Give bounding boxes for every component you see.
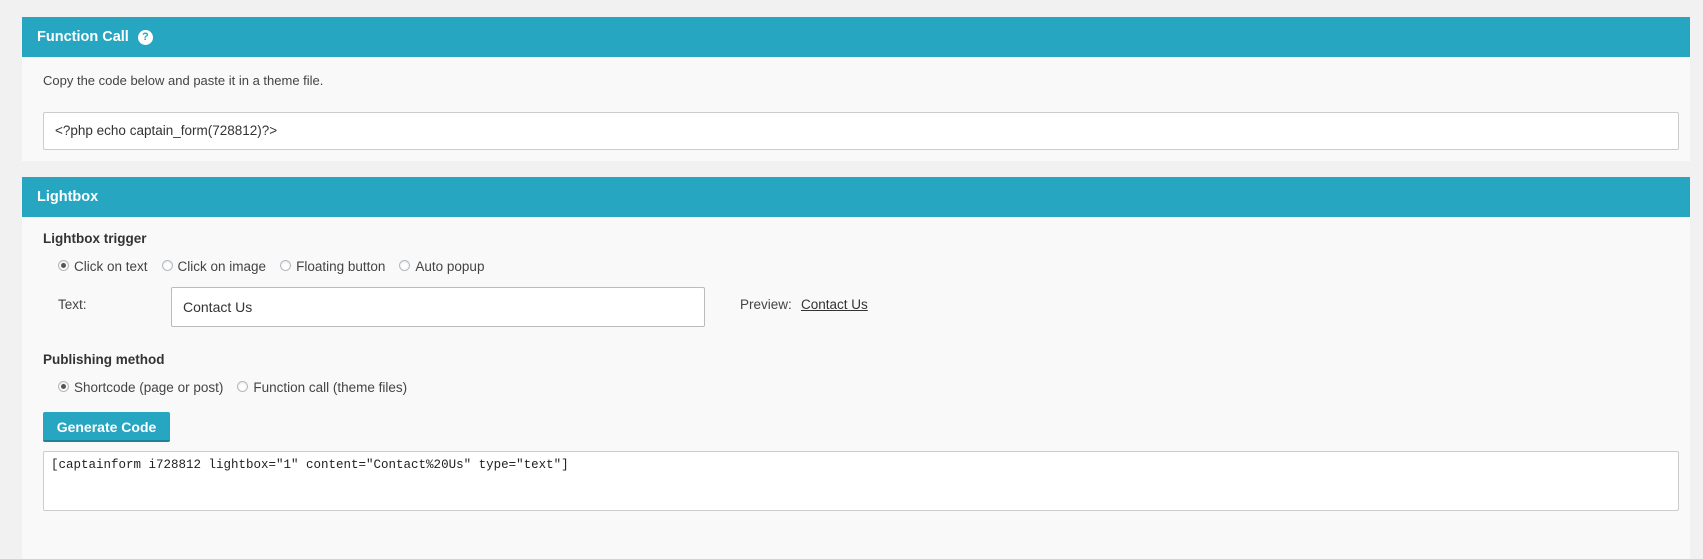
- publishing-option-label: Shortcode (page or post): [74, 380, 224, 395]
- radio-checked-icon[interactable]: [58, 381, 69, 392]
- lightbox-title: Lightbox: [37, 189, 99, 205]
- function-call-panel: Function Call ? Copy the code below and …: [22, 17, 1690, 161]
- function-call-code-field[interactable]: <?php echo captain_form(728812)?>: [43, 112, 1679, 150]
- trigger-option-click-on-text[interactable]: Click on text: [58, 259, 148, 274]
- lightbox-text-input[interactable]: Contact Us: [171, 287, 705, 327]
- radio-icon[interactable]: [161, 260, 173, 271]
- radio-icon[interactable]: [237, 381, 249, 392]
- lightbox-panel: Lightbox Lightbox trigger Click on text …: [22, 177, 1690, 559]
- radio-icon[interactable]: [280, 260, 292, 271]
- trigger-option-label: Auto popup: [415, 259, 485, 274]
- lightbox-trigger-label: Lightbox trigger: [43, 231, 147, 246]
- trigger-option-auto-popup[interactable]: Auto popup: [399, 259, 484, 274]
- function-call-title: Function Call: [37, 29, 129, 45]
- preview-label: Preview:: [740, 297, 792, 312]
- lightbox-trigger-options: Click on text Click on image Floating bu…: [58, 259, 498, 274]
- publishing-method-label: Publishing method: [43, 352, 165, 367]
- generate-code-button[interactable]: Generate Code: [43, 412, 170, 442]
- publishing-option-shortcode[interactable]: Shortcode (page or post): [58, 380, 223, 395]
- trigger-option-label: Floating button: [296, 259, 386, 274]
- generated-code-textarea[interactable]: [captainform i728812 lightbox="1" conten…: [43, 451, 1679, 511]
- radio-checked-icon[interactable]: [58, 260, 69, 271]
- publishing-option-function-call[interactable]: Function call (theme files): [237, 380, 407, 395]
- radio-icon[interactable]: [399, 260, 411, 271]
- trigger-option-label: Click on text: [74, 259, 148, 274]
- publishing-method-options: Shortcode (page or post) Function call (…: [58, 380, 421, 395]
- trigger-option-label: Click on image: [177, 259, 267, 274]
- function-call-header: Function Call ?: [22, 17, 1690, 57]
- publishing-option-label: Function call (theme files): [253, 380, 408, 395]
- preview-link[interactable]: Contact Us: [801, 297, 868, 312]
- lightbox-header: Lightbox: [22, 177, 1690, 217]
- trigger-option-floating-button[interactable]: Floating button: [280, 259, 385, 274]
- function-call-description: Copy the code below and paste it in a th…: [43, 73, 324, 88]
- trigger-option-click-on-image[interactable]: Click on image: [161, 259, 267, 274]
- text-field-label: Text:: [58, 297, 87, 312]
- question-mark-icon[interactable]: ?: [137, 29, 153, 45]
